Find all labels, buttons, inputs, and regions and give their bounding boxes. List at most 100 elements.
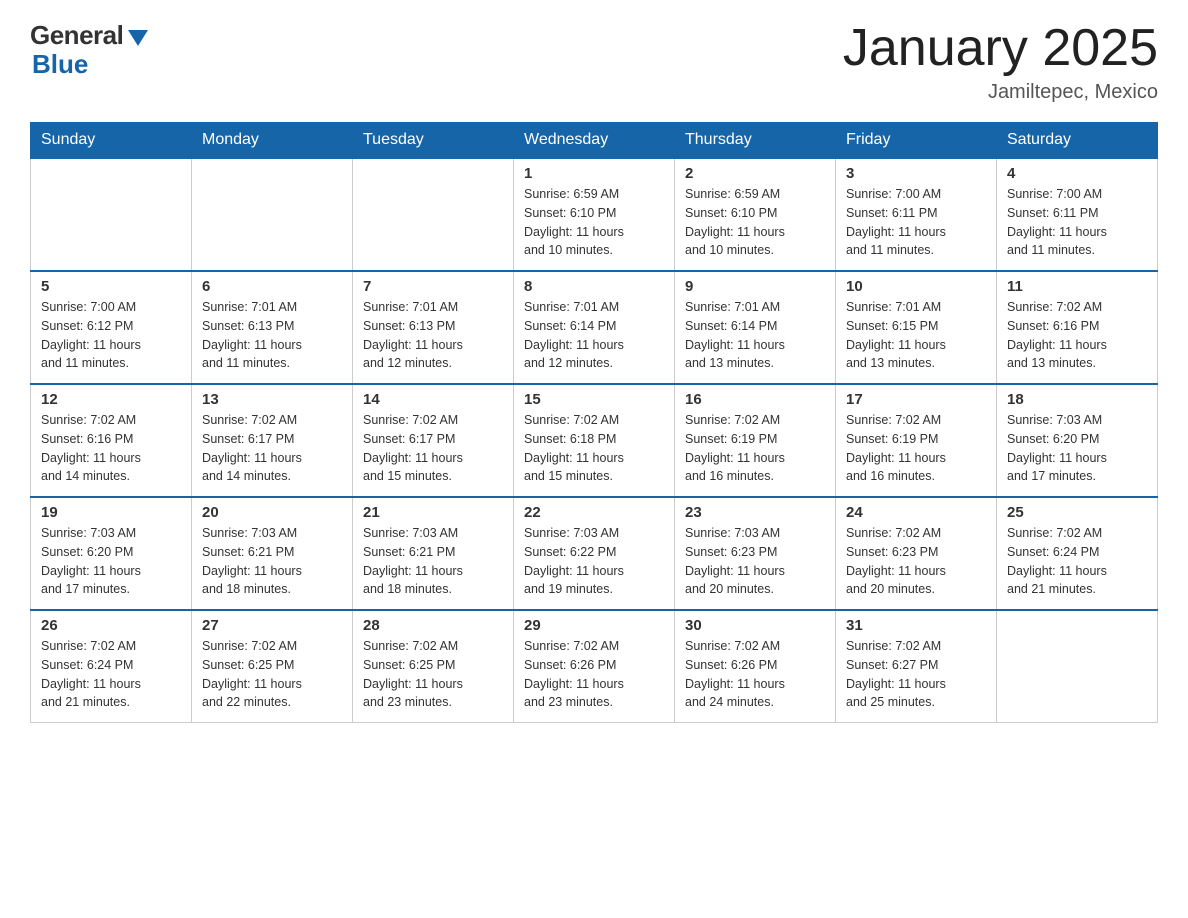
day-number: 30 [685, 617, 825, 634]
day-cell: 15 Sunrise: 7:02 AM Sunset: 6:18 PM Dayli… [514, 384, 675, 497]
day-number: 15 [524, 391, 664, 408]
day-info: Sunrise: 7:02 AM Sunset: 6:19 PM Dayligh… [846, 411, 986, 486]
logo-triangle-icon [128, 30, 148, 46]
day-number: 26 [41, 617, 181, 634]
day-number: 17 [846, 391, 986, 408]
day-info: Sunrise: 7:01 AM Sunset: 6:14 PM Dayligh… [524, 298, 664, 373]
day-info: Sunrise: 7:01 AM Sunset: 6:15 PM Dayligh… [846, 298, 986, 373]
day-cell: 23Sunrise: 7:03 AM Sunset: 6:23 PM Dayli… [675, 497, 836, 610]
day-cell: 12 Sunrise: 7:02 AM Sunset: 6:16 PM Dayli… [31, 384, 192, 497]
day-info: Sunrise: 7:03 AM Sunset: 6:20 PM Dayligh… [1007, 411, 1147, 486]
day-cell: 2 Sunrise: 6:59 AM Sunset: 6:10 PM Daylig… [675, 158, 836, 271]
day-cell: 20 Sunrise: 7:03 AM Sunset: 6:21 PM Dayli… [192, 497, 353, 610]
day-number: 10 [846, 278, 986, 295]
day-number: 22 [524, 504, 664, 521]
day-number: 19 [41, 504, 181, 521]
day-info: Sunrise: 7:02 AM Sunset: 6:19 PM Dayligh… [685, 411, 825, 486]
day-number: 7 [363, 278, 503, 295]
week-row-1: 1 Sunrise: 6:59 AM Sunset: 6:10 PM Daylig… [31, 158, 1158, 271]
day-info: Sunrise: 7:02 AM Sunset: 6:17 PM Dayligh… [363, 411, 503, 486]
day-number: 31 [846, 617, 986, 634]
logo: General Blue [30, 20, 148, 80]
day-cell: 1Sunrise: 6:59 AM Sunset: 6:10 PM Daylig… [514, 158, 675, 271]
day-number: 6 [202, 278, 342, 295]
day-cell: 8 Sunrise: 7:01 AM Sunset: 6:14 PM Daylig… [514, 271, 675, 384]
day-cell: 26 Sunrise: 7:02 AM Sunset: 6:24 PM Dayli… [31, 610, 192, 723]
day-number: 20 [202, 504, 342, 521]
day-info: Sunrise: 7:02 AM Sunset: 6:27 PM Dayligh… [846, 637, 986, 712]
day-info: Sunrise: 7:03 AM Sunset: 6:20 PM Dayligh… [41, 524, 181, 599]
day-number: 21 [363, 504, 503, 521]
header-cell-tuesday: Tuesday [353, 123, 514, 159]
day-number: 28 [363, 617, 503, 634]
day-info: Sunrise: 7:01 AM Sunset: 6:13 PM Dayligh… [363, 298, 503, 373]
week-row-5: 26 Sunrise: 7:02 AM Sunset: 6:24 PM Dayli… [31, 610, 1158, 723]
day-info: Sunrise: 7:02 AM Sunset: 6:16 PM Dayligh… [41, 411, 181, 486]
day-info: Sunrise: 7:03 AM Sunset: 6:21 PM Dayligh… [202, 524, 342, 599]
logo-general-text: General [30, 20, 123, 51]
day-cell: 19 Sunrise: 7:03 AM Sunset: 6:20 PM Dayli… [31, 497, 192, 610]
day-cell [997, 610, 1158, 723]
header-cell-sunday: Sunday [31, 123, 192, 159]
day-number: 2 [685, 165, 825, 182]
day-cell: 25 Sunrise: 7:02 AM Sunset: 6:24 PM Dayli… [997, 497, 1158, 610]
day-cell [192, 158, 353, 271]
calendar-table: SundayMondayTuesdayWednesdayThursdayFrid… [30, 122, 1158, 723]
day-info: Sunrise: 7:03 AM Sunset: 6:22 PM Dayligh… [524, 524, 664, 599]
day-info: Sunrise: 7:00 AM Sunset: 6:11 PM Dayligh… [846, 185, 986, 260]
calendar-body: 1 Sunrise: 6:59 AM Sunset: 6:10 PM Daylig… [31, 158, 1158, 723]
day-info: Sunrise: 7:02 AM Sunset: 6:24 PM Dayligh… [41, 637, 181, 712]
day-number: 11 [1007, 278, 1147, 295]
day-cell: 10 Sunrise: 7:01 AM Sunset: 6:15 PM Dayli… [836, 271, 997, 384]
day-cell: 24 Sunrise: 7:02 AM Sunset: 6:23 PM Dayli… [836, 497, 997, 610]
day-number: 27 [202, 617, 342, 634]
day-info: Sunrise: 7:00 AM Sunset: 6:11 PM Dayligh… [1007, 185, 1147, 260]
week-row-4: 19 Sunrise: 7:03 AM Sunset: 6:20 PM Dayli… [31, 497, 1158, 610]
week-row-3: 12 Sunrise: 7:02 AM Sunset: 6:16 PM Dayli… [31, 384, 1158, 497]
day-number: 1 [524, 165, 664, 182]
day-number: 8 [524, 278, 664, 295]
day-cell: 28 Sunrise: 7:02 AM Sunset: 6:25 PM Dayli… [353, 610, 514, 723]
header-cell-saturday: Saturday [997, 123, 1158, 159]
day-info: Sunrise: 7:02 AM Sunset: 6:26 PM Dayligh… [524, 637, 664, 712]
day-info: Sunrise: 7:00 AM Sunset: 6:12 PM Dayligh… [41, 298, 181, 373]
day-cell: 7 Sunrise: 7:01 AM Sunset: 6:13 PM Daylig… [353, 271, 514, 384]
day-info: Sunrise: 7:02 AM Sunset: 6:24 PM Dayligh… [1007, 524, 1147, 599]
day-cell: 22 Sunrise: 7:03 AM Sunset: 6:22 PM Dayli… [514, 497, 675, 610]
day-info: Sunrise: 7:02 AM Sunset: 6:16 PM Dayligh… [1007, 298, 1147, 373]
header-cell-monday: Monday [192, 123, 353, 159]
day-number: 12 [41, 391, 181, 408]
day-cell [31, 158, 192, 271]
day-info: Sunrise: 7:03 AM Sunset: 6:21 PM Dayligh… [363, 524, 503, 599]
day-cell: 5Sunrise: 7:00 AM Sunset: 6:12 PM Daylig… [31, 271, 192, 384]
day-cell: 11 Sunrise: 7:02 AM Sunset: 6:16 PM Dayli… [997, 271, 1158, 384]
calendar-header: SundayMondayTuesdayWednesdayThursdayFrid… [31, 123, 1158, 159]
day-cell: 16 Sunrise: 7:02 AM Sunset: 6:19 PM Dayli… [675, 384, 836, 497]
day-cell: 17 Sunrise: 7:02 AM Sunset: 6:19 PM Dayli… [836, 384, 997, 497]
day-cell: 13 Sunrise: 7:02 AM Sunset: 6:17 PM Dayli… [192, 384, 353, 497]
header-cell-thursday: Thursday [675, 123, 836, 159]
day-cell: 4 Sunrise: 7:00 AM Sunset: 6:11 PM Daylig… [997, 158, 1158, 271]
day-cell: 6Sunrise: 7:01 AM Sunset: 6:13 PM Daylig… [192, 271, 353, 384]
day-number: 25 [1007, 504, 1147, 521]
day-number: 13 [202, 391, 342, 408]
day-number: 9 [685, 278, 825, 295]
header-cell-friday: Friday [836, 123, 997, 159]
day-number: 14 [363, 391, 503, 408]
day-cell: 29Sunrise: 7:02 AM Sunset: 6:26 PM Dayli… [514, 610, 675, 723]
title-block: January 2025 Jamiltepec, Mexico [843, 20, 1158, 104]
day-number: 24 [846, 504, 986, 521]
day-info: Sunrise: 7:02 AM Sunset: 6:23 PM Dayligh… [846, 524, 986, 599]
day-cell: 9Sunrise: 7:01 AM Sunset: 6:14 PM Daylig… [675, 271, 836, 384]
day-info: Sunrise: 7:02 AM Sunset: 6:25 PM Dayligh… [363, 637, 503, 712]
day-number: 16 [685, 391, 825, 408]
day-info: Sunrise: 6:59 AM Sunset: 6:10 PM Dayligh… [685, 185, 825, 260]
header-row: SundayMondayTuesdayWednesdayThursdayFrid… [31, 123, 1158, 159]
day-cell: 27Sunrise: 7:02 AM Sunset: 6:25 PM Dayli… [192, 610, 353, 723]
day-info: Sunrise: 7:02 AM Sunset: 6:18 PM Dayligh… [524, 411, 664, 486]
day-number: 4 [1007, 165, 1147, 182]
day-info: Sunrise: 7:02 AM Sunset: 6:17 PM Dayligh… [202, 411, 342, 486]
week-row-2: 5Sunrise: 7:00 AM Sunset: 6:12 PM Daylig… [31, 271, 1158, 384]
day-number: 3 [846, 165, 986, 182]
day-cell: 31 Sunrise: 7:02 AM Sunset: 6:27 PM Dayli… [836, 610, 997, 723]
